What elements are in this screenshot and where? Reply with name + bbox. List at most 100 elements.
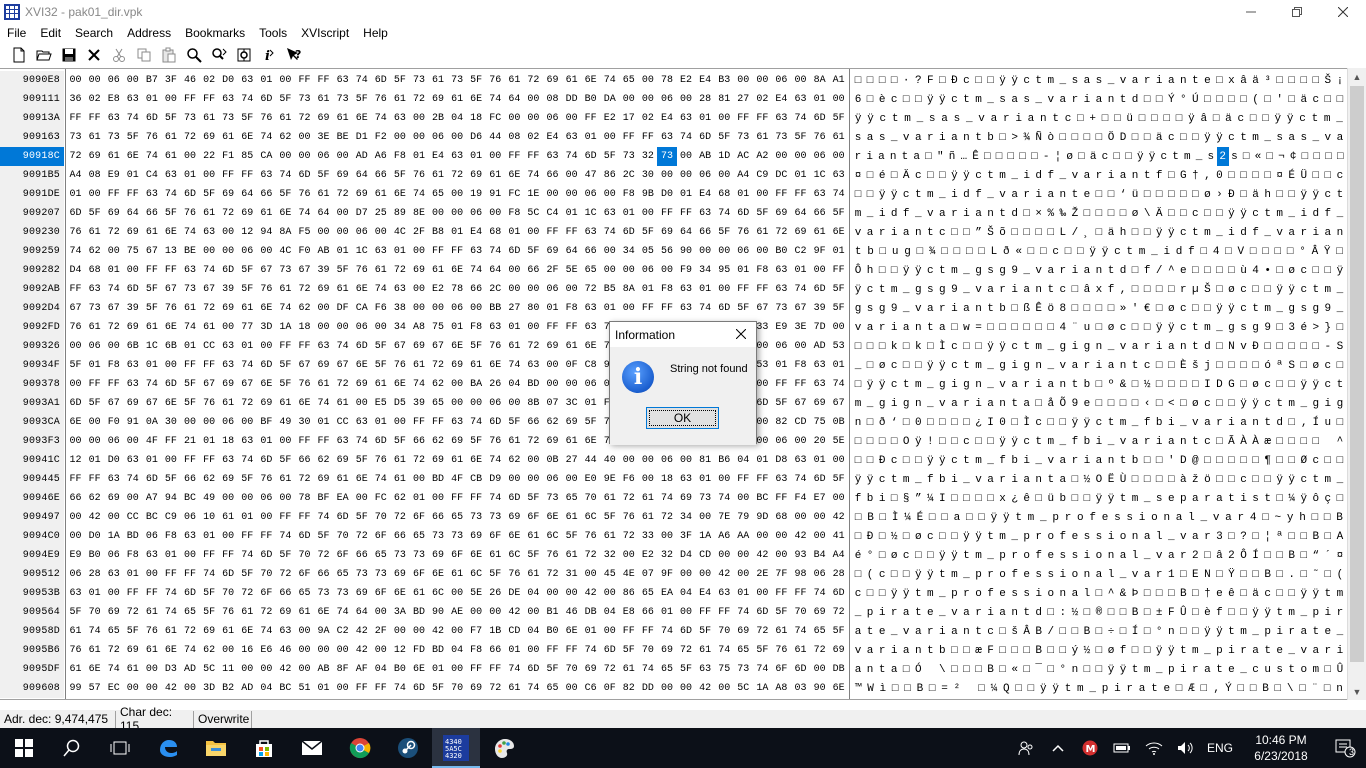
hex-byte[interactable]: 74	[753, 660, 772, 679]
hex-byte[interactable]: 02	[753, 90, 772, 109]
text-char[interactable]: o	[1045, 527, 1057, 546]
text-char[interactable]: □	[936, 166, 948, 185]
text-char[interactable]: -	[1322, 337, 1334, 356]
text-char[interactable]: _	[985, 185, 997, 204]
text-char[interactable]: ÿ	[912, 261, 924, 280]
text-char[interactable]: c	[1111, 242, 1123, 261]
hex-byte[interactable]: 61	[200, 109, 219, 128]
text-char[interactable]: c	[864, 280, 876, 299]
hex-byte[interactable]: 74	[791, 280, 810, 299]
text-char[interactable]: i	[1165, 413, 1177, 432]
text-char[interactable]: â	[1213, 546, 1225, 565]
text-char[interactable]: °	[1177, 90, 1189, 109]
hex-row[interactable]: 67 73 67 39 5F 76 61 72 69 61 6E 74 62 00 DF CA F6 38 00 00…	[66, 299, 848, 318]
text-char[interactable]: a	[936, 318, 948, 337]
text-char[interactable]: _	[1105, 337, 1117, 356]
text-char[interactable]: _	[1286, 641, 1298, 660]
hex-byte[interactable]: 73	[352, 565, 371, 584]
hex-byte[interactable]: 6D	[696, 128, 715, 147]
hex-byte[interactable]: 72	[123, 603, 142, 622]
text-char[interactable]: □	[1322, 166, 1334, 185]
text-char[interactable]: 0	[912, 413, 924, 432]
text-char[interactable]: ÿ	[936, 451, 948, 470]
text-char[interactable]: □	[888, 261, 900, 280]
hex-byte[interactable]: 78	[448, 280, 467, 299]
text-char[interactable]: n	[1177, 432, 1189, 451]
hex-byte[interactable]: 00	[409, 280, 428, 299]
hex-byte[interactable]: 61	[219, 508, 238, 527]
text-char[interactable]: □	[936, 413, 948, 432]
hex-byte[interactable]: 6D	[810, 280, 829, 299]
text-char[interactable]: □	[852, 185, 864, 204]
hex-byte[interactable]: 6C	[467, 565, 486, 584]
text-char[interactable]: m	[1262, 299, 1274, 318]
hex-byte[interactable]: 67	[66, 299, 85, 318]
hex-byte[interactable]: 61	[448, 565, 467, 584]
text-char[interactable]: c	[900, 185, 912, 204]
hex-byte[interactable]: 6D	[753, 603, 772, 622]
hex-byte[interactable]: 3D	[257, 318, 276, 337]
hex-byte[interactable]: 61	[200, 204, 219, 223]
text-char[interactable]: ÿ	[1298, 584, 1310, 603]
hex-byte[interactable]: 00	[543, 584, 562, 603]
text-char[interactable]: t	[960, 546, 972, 565]
hex-byte[interactable]: 63	[333, 432, 352, 451]
text-char[interactable]: n	[1009, 603, 1021, 622]
hex-byte[interactable]: 00	[448, 185, 467, 204]
text-char[interactable]: m	[948, 565, 960, 584]
hex-byte[interactable]: 5F	[276, 375, 295, 394]
text-char[interactable]: ¾	[1021, 128, 1033, 147]
text-char[interactable]: □	[948, 318, 960, 337]
text-char[interactable]: t	[1117, 90, 1129, 109]
text-char[interactable]: t	[1274, 394, 1286, 413]
hex-byte[interactable]: 61	[276, 394, 295, 413]
hex-byte[interactable]: 6C	[505, 546, 524, 565]
hex-byte[interactable]: 72	[180, 622, 199, 641]
hex-byte[interactable]: 8E	[409, 204, 428, 223]
text-char[interactable]: f	[1117, 641, 1129, 660]
text-char[interactable]: a	[997, 603, 1009, 622]
hex-byte[interactable]: 06	[638, 261, 657, 280]
text-char[interactable]: a	[1286, 223, 1298, 242]
text-char[interactable]: n	[1334, 223, 1346, 242]
text-char[interactable]: ö	[1045, 299, 1057, 318]
text-char[interactable]: □	[1201, 204, 1213, 223]
hex-byte[interactable]: 00	[657, 679, 676, 698]
text-char[interactable]: □	[852, 71, 864, 90]
text-char[interactable]: t	[912, 603, 924, 622]
hex-byte[interactable]: 76	[219, 603, 238, 622]
text-char[interactable]: e	[1045, 546, 1057, 565]
hex-byte[interactable]: 61	[85, 223, 104, 242]
hex-byte[interactable]: 04	[505, 375, 524, 394]
text-char[interactable]: p	[1262, 622, 1274, 641]
hex-byte[interactable]: 6E	[467, 451, 486, 470]
hex-byte[interactable]: 74	[810, 584, 829, 603]
hex-byte[interactable]: 01	[772, 356, 791, 375]
text-char[interactable]: g	[876, 394, 888, 413]
text-char[interactable]: ÿ	[1238, 394, 1250, 413]
text-char[interactable]: □	[1045, 223, 1057, 242]
hex-byte[interactable]: C2	[791, 242, 810, 261]
hex-byte[interactable]: 00	[409, 128, 428, 147]
text-char[interactable]: n	[1057, 584, 1069, 603]
text-char[interactable]: ÿ	[1009, 71, 1021, 90]
hex-byte[interactable]: 01	[85, 356, 104, 375]
hex-byte[interactable]: 63	[123, 375, 142, 394]
hex-byte[interactable]: FF	[791, 375, 810, 394]
text-char[interactable]: □	[1225, 470, 1237, 489]
text-char[interactable]: t	[924, 318, 936, 337]
text-char[interactable]: c	[1189, 204, 1201, 223]
text-char[interactable]: _	[1298, 394, 1310, 413]
hex-byte[interactable]: FF	[734, 470, 753, 489]
text-char[interactable]: ÿ	[1185, 109, 1197, 128]
hex-byte[interactable]: 06	[104, 546, 123, 565]
hex-byte[interactable]: 73	[66, 128, 85, 147]
hex-byte[interactable]: 74	[638, 660, 657, 679]
hex-byte[interactable]: 06	[448, 299, 467, 318]
hex-byte[interactable]: 36	[66, 90, 85, 109]
text-char[interactable]: □	[1225, 603, 1237, 622]
hex-byte[interactable]: FF	[180, 356, 199, 375]
hex-byte[interactable]: 65	[638, 584, 657, 603]
hex-byte[interactable]: 74	[123, 470, 142, 489]
hex-byte[interactable]: 85	[238, 147, 257, 166]
